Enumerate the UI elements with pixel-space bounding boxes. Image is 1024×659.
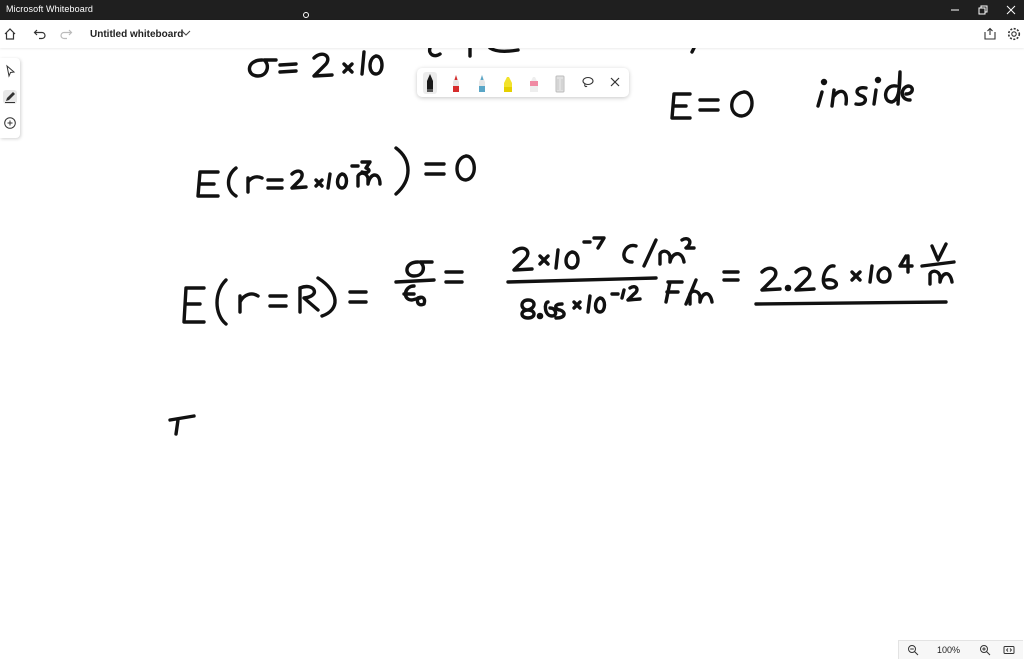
zoom-level: 100% xyxy=(937,645,961,655)
app-title: Microsoft Whiteboard xyxy=(6,4,94,14)
lasso-select-icon[interactable] xyxy=(581,75,595,89)
zoom-out-icon[interactable] xyxy=(907,644,919,656)
title-bar: Microsoft Whiteboard xyxy=(0,0,1024,20)
minimize-icon[interactable] xyxy=(940,0,970,20)
undo-icon[interactable] xyxy=(32,26,48,42)
ink-e-zero-inside xyxy=(670,70,914,120)
ink-layer xyxy=(168,48,956,436)
board-title[interactable]: Untitled whiteboard xyxy=(90,29,183,40)
blue-pen-icon[interactable] xyxy=(475,72,489,94)
black-pen-icon[interactable] xyxy=(423,72,437,94)
chevron-down-icon[interactable] xyxy=(181,28,191,38)
ruler-eraser-icon[interactable] xyxy=(553,72,567,94)
close-icon[interactable] xyxy=(609,76,621,88)
zoom-in-icon[interactable] xyxy=(979,644,991,656)
recording-indicator-icon xyxy=(303,12,309,18)
fit-to-screen-icon[interactable] xyxy=(1003,644,1015,656)
close-icon[interactable] xyxy=(996,0,1024,20)
zoom-control: 100% xyxy=(898,640,1023,659)
ink-field-inside xyxy=(196,146,476,198)
red-pen-icon[interactable] xyxy=(449,72,463,94)
redo-icon[interactable] xyxy=(58,26,74,42)
gear-icon[interactable] xyxy=(1006,26,1022,42)
yellow-highlighter-icon[interactable] xyxy=(501,72,515,94)
restore-icon[interactable] xyxy=(968,0,998,20)
app-toolbar: Untitled whiteboard xyxy=(0,20,1024,48)
whiteboard-canvas[interactable] xyxy=(0,48,1024,640)
ink-field-surface xyxy=(182,236,956,326)
home-icon[interactable] xyxy=(2,26,18,42)
pen-tray xyxy=(417,68,629,97)
ink-partial-symbol xyxy=(168,414,196,436)
share-icon[interactable] xyxy=(982,26,998,42)
pink-highlighter-icon[interactable] xyxy=(527,72,541,94)
